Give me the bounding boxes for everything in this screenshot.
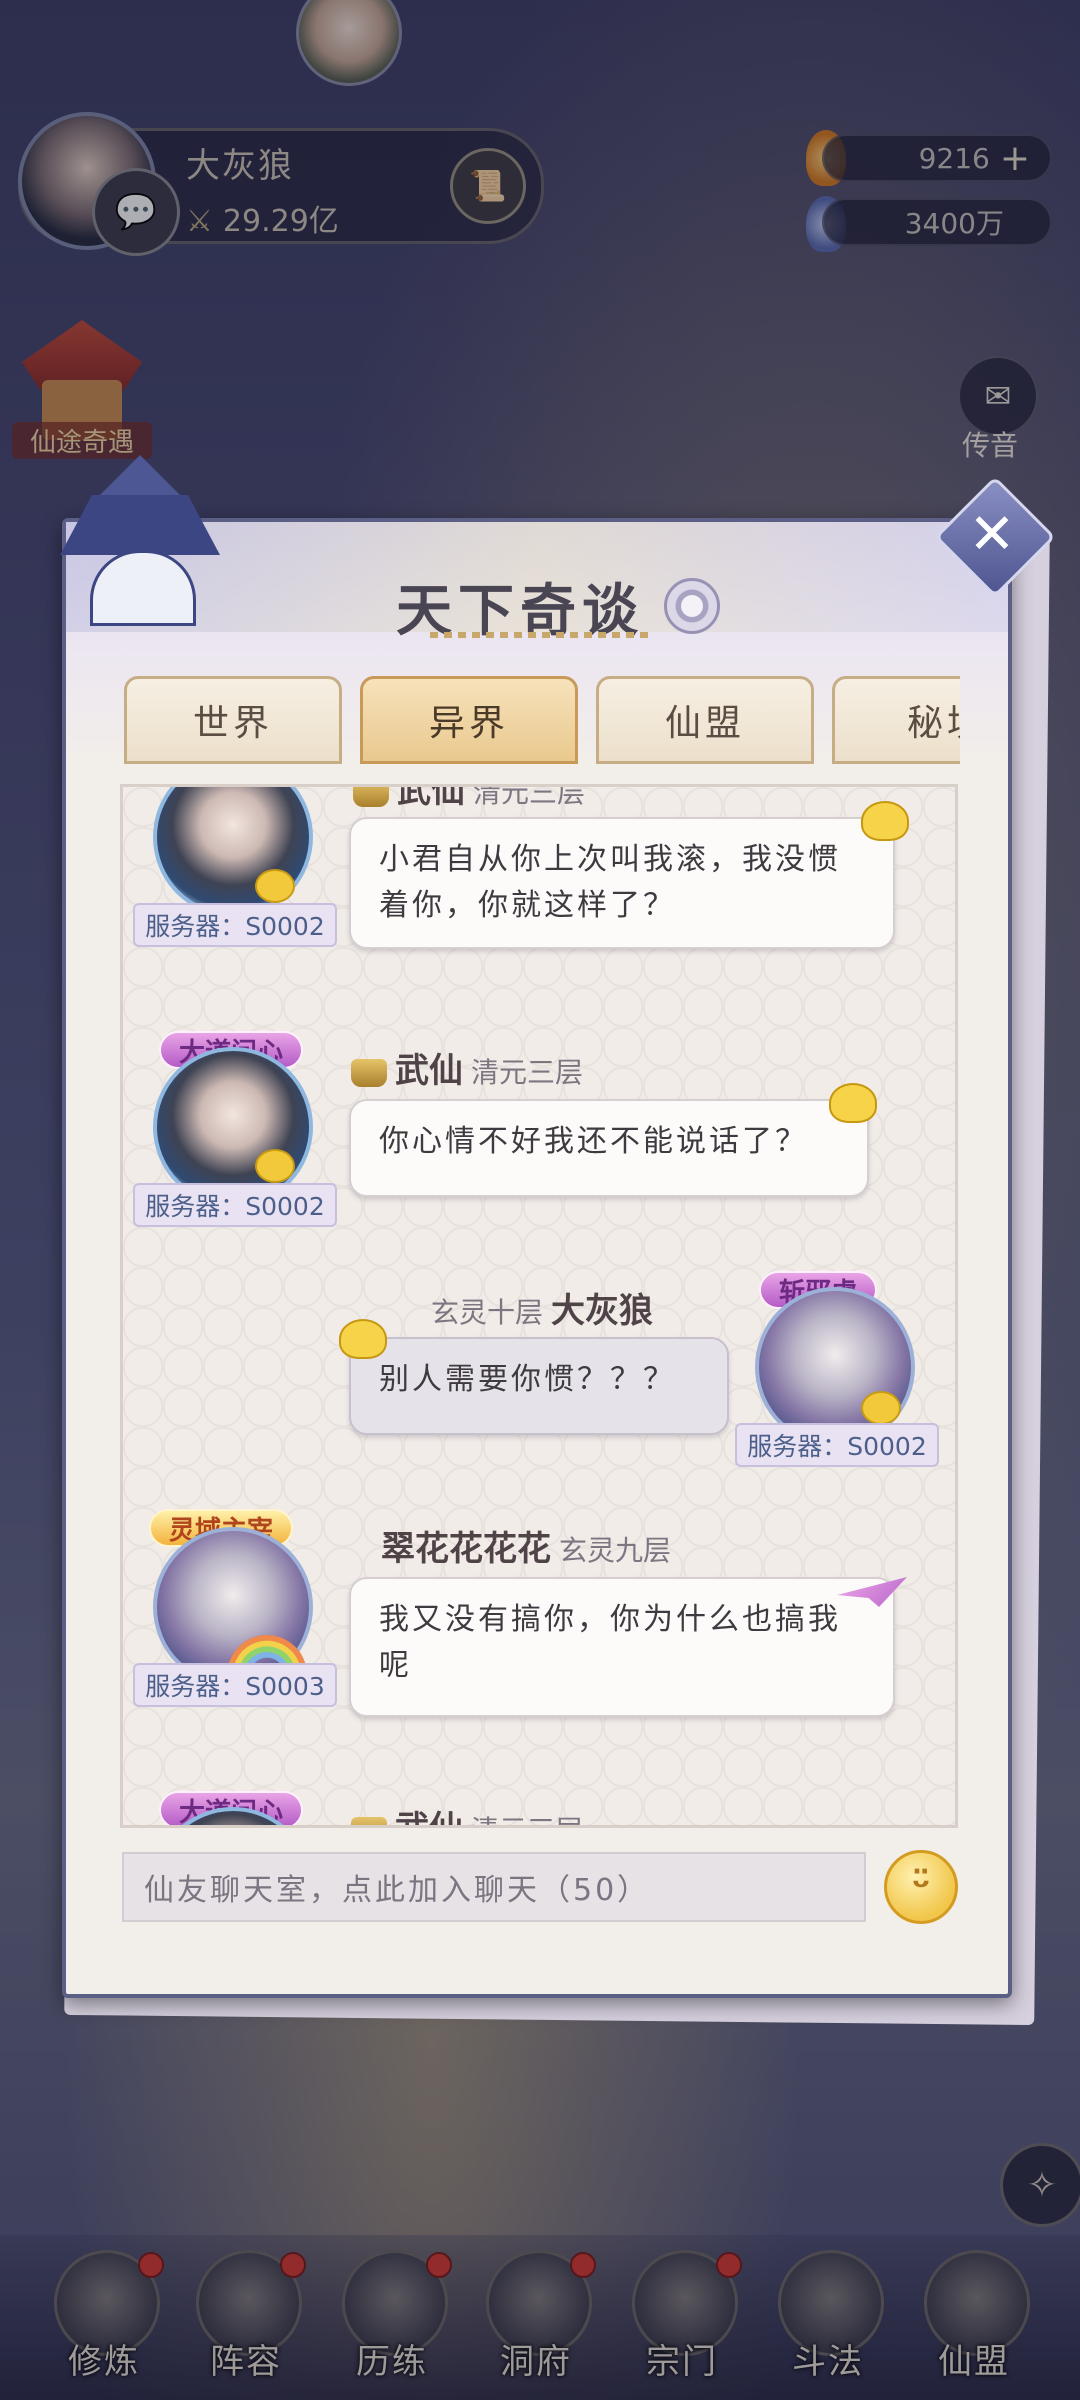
crown-icon xyxy=(353,787,389,807)
server-label: 服务器：S0003 xyxy=(133,1663,337,1707)
sender-name: 翠花花花花 玄灵九层 xyxy=(381,1529,672,1569)
title-underline xyxy=(430,632,650,638)
sender-name: 玄灵十层 大灰狼 xyxy=(431,1291,654,1331)
tab-world[interactable]: 世界 xyxy=(124,676,342,764)
duck-icon xyxy=(255,1149,295,1183)
emoji-icon[interactable]: ᵕ̈ xyxy=(884,1850,958,1924)
crown-icon xyxy=(351,1816,387,1825)
sender-name: 武仙清元三层 xyxy=(351,1043,583,1092)
tab-alliance[interactable]: 仙盟 xyxy=(596,676,814,764)
server-label: 服务器：S0002 xyxy=(133,903,337,947)
sender-name: 武仙清元三层 xyxy=(353,787,585,812)
pagoda-decoration xyxy=(40,455,240,626)
sender-name: 武仙清元三层 xyxy=(351,1801,583,1825)
message-bubble[interactable]: 你心情不好我还不能说话了？ xyxy=(349,1099,869,1197)
close-icon[interactable]: ✕ xyxy=(952,494,1032,574)
chat-input-placeholder: 仙友聊天室，点此加入聊天（50） xyxy=(144,1873,651,1908)
duck-sticker-icon xyxy=(829,1083,877,1123)
chat-input[interactable]: 仙友聊天室，点此加入聊天（50） xyxy=(122,1852,866,1922)
duck-sticker-icon xyxy=(861,801,909,841)
server-label: 服务器：S0002 xyxy=(735,1423,939,1467)
channel-tabs: 世界 异界 仙盟 秘境 xyxy=(120,676,960,766)
message-bubble[interactable]: 小君自从你上次叫我滚，我没惯着你，你就这样了？ xyxy=(349,817,895,949)
duck-icon xyxy=(861,1391,901,1425)
own-message-bubble[interactable]: 别人需要你惯？？？ xyxy=(349,1337,729,1435)
chat-message-list[interactable]: 服务器：S0002 武仙 清元三层 小君自从你上次叫我滚，我没惯着你，你就这样了？… xyxy=(120,784,958,1828)
server-label: 服务器：S0002 xyxy=(133,1183,337,1227)
duck-icon xyxy=(255,869,295,903)
duck-sticker-icon xyxy=(339,1319,387,1359)
crown-icon xyxy=(351,1058,387,1087)
tab-secret[interactable]: 秘境 xyxy=(832,676,960,764)
message-bubble[interactable]: 我又没有搞你，你为什么也搞我呢 xyxy=(349,1577,895,1717)
settings-gear-icon[interactable] xyxy=(664,578,720,634)
tab-otherworld[interactable]: 异界 xyxy=(360,676,578,764)
